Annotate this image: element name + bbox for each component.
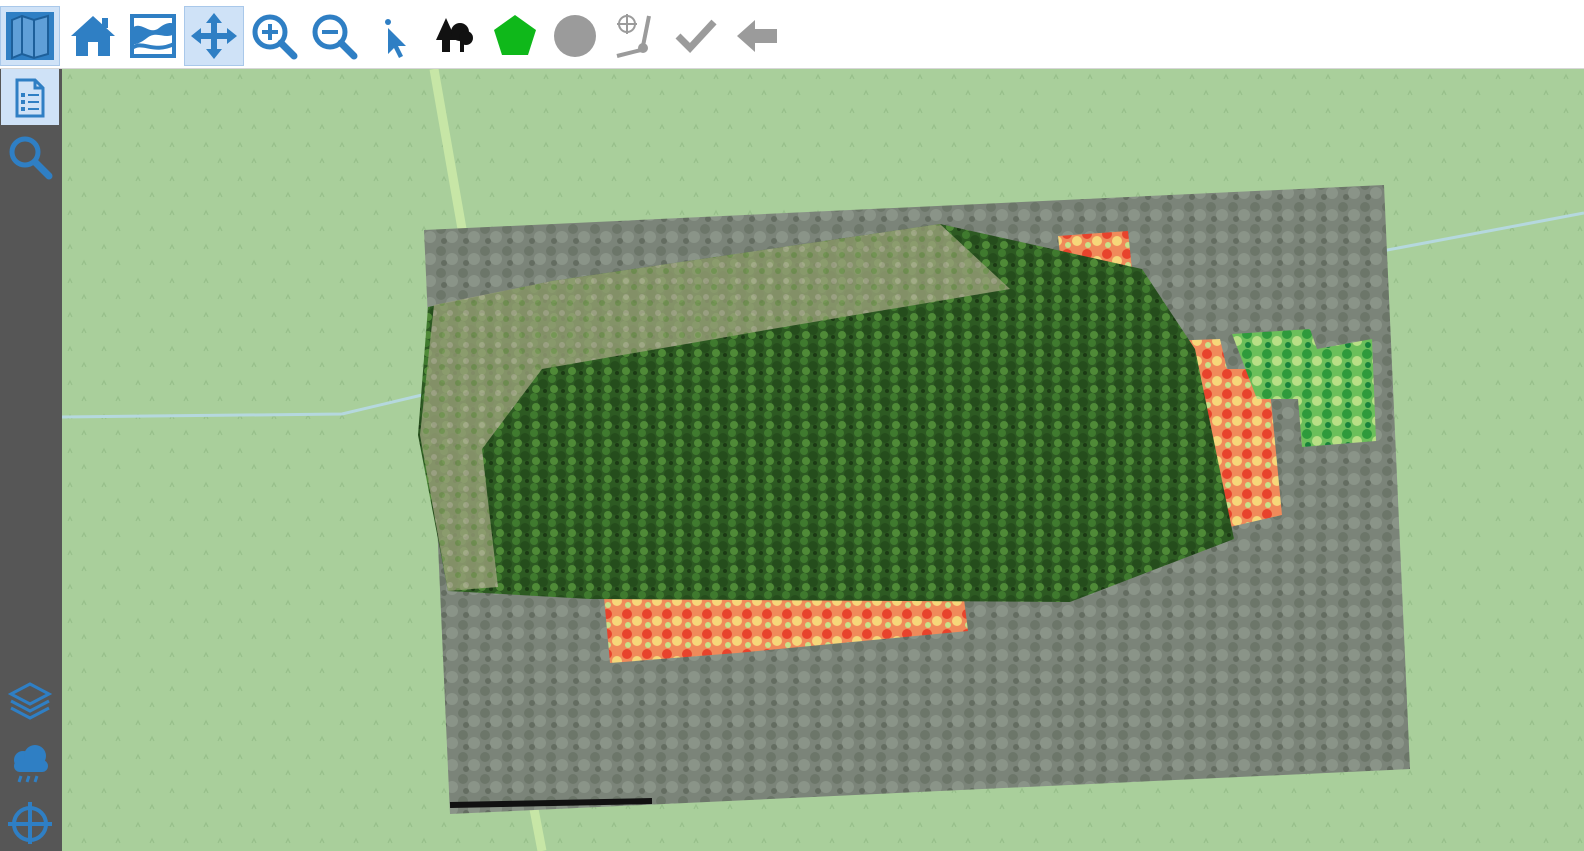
home-icon xyxy=(71,16,115,56)
locate-button[interactable] xyxy=(1,793,59,849)
pointer-icon xyxy=(385,19,406,58)
checkmark-icon xyxy=(675,19,717,54)
map-toolbar xyxy=(0,0,1584,69)
zoom-in-button[interactable] xyxy=(244,6,304,66)
imagery-edge-shadow xyxy=(449,798,653,808)
confirm-button[interactable] xyxy=(666,6,726,66)
map-canvas[interactable] xyxy=(62,69,1584,851)
trees-icon xyxy=(436,18,473,52)
home-button[interactable] xyxy=(63,6,123,66)
pentagon-icon xyxy=(494,15,536,55)
pan-button[interactable] xyxy=(184,6,244,66)
back-button[interactable] xyxy=(727,6,787,66)
measure-button[interactable] xyxy=(605,6,665,66)
search-icon xyxy=(9,136,53,180)
cloud-icon xyxy=(14,745,48,783)
map-panel-button[interactable] xyxy=(0,6,60,66)
zoom-out-button[interactable] xyxy=(304,6,364,66)
zoom-out-icon xyxy=(312,14,358,60)
map-icon xyxy=(6,12,54,60)
full-extent-button[interactable] xyxy=(123,6,183,66)
zoom-in-icon xyxy=(252,14,298,60)
map-extent-icon xyxy=(130,14,176,58)
layers-icon xyxy=(7,682,53,720)
search-button[interactable] xyxy=(1,129,59,185)
back-arrow-icon xyxy=(737,20,777,52)
layers-button[interactable] xyxy=(1,673,59,729)
crosshair-icon xyxy=(8,802,52,844)
measure-icon xyxy=(616,14,651,58)
left-sidebar xyxy=(0,69,62,851)
report-icon xyxy=(15,78,45,118)
map-view xyxy=(62,69,1584,851)
select-button[interactable] xyxy=(364,6,424,66)
pan-arrows-icon xyxy=(191,13,237,59)
draw-polygon-button[interactable] xyxy=(485,6,545,66)
circle-icon xyxy=(554,15,596,57)
cloud-button[interactable] xyxy=(1,735,59,791)
report-button[interactable] xyxy=(1,69,59,125)
draw-circle-button[interactable] xyxy=(545,6,605,66)
trees-button[interactable] xyxy=(424,6,484,66)
